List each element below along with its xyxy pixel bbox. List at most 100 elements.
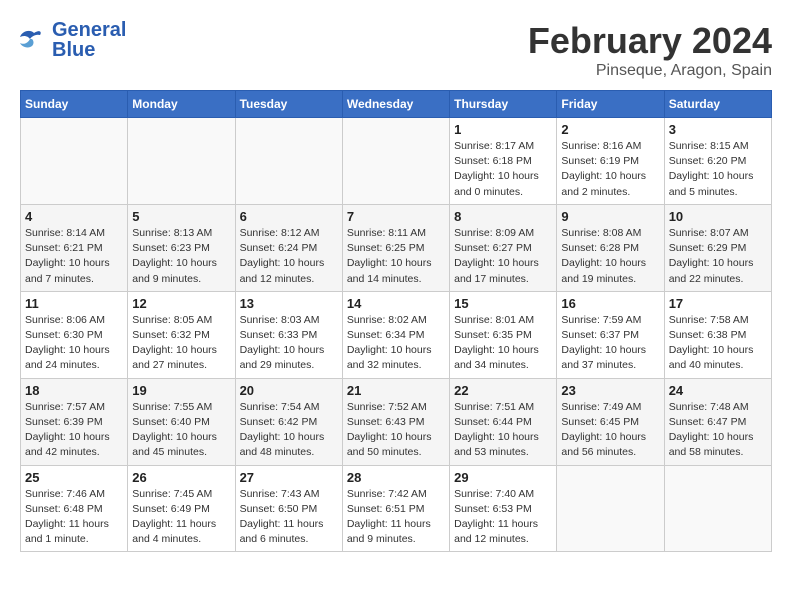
day-number: 2 [561, 122, 659, 137]
calendar-cell: 22 Sunrise: 7:51 AMSunset: 6:44 PMDayligh… [450, 378, 557, 465]
day-info: Sunrise: 8:02 AMSunset: 6:34 PMDaylight:… [347, 313, 445, 374]
day-number: 12 [132, 296, 230, 311]
day-number: 5 [132, 209, 230, 224]
calendar-cell: 8 Sunrise: 8:09 AMSunset: 6:27 PMDaylight… [450, 204, 557, 291]
calendar-cell: 1 Sunrise: 8:17 AMSunset: 6:18 PMDaylight… [450, 118, 557, 205]
day-info: Sunrise: 7:43 AMSunset: 6:50 PMDaylight:… [240, 487, 338, 548]
calendar-week-5: 25Sunrise: 7:46 AMSunset: 6:48 PMDayligh… [21, 465, 772, 552]
calendar-cell: 2 Sunrise: 8:16 AMSunset: 6:19 PMDaylight… [557, 118, 664, 205]
day-number: 13 [240, 296, 338, 311]
days-of-week-row: SundayMondayTuesdayWednesdayThursdayFrid… [21, 91, 772, 118]
calendar-week-2: 4 Sunrise: 8:14 AMSunset: 6:21 PMDaylight… [21, 204, 772, 291]
day-info: Sunrise: 8:17 AMSunset: 6:18 PMDaylight:… [454, 139, 552, 200]
calendar-cell: 10 Sunrise: 8:07 AMSunset: 6:29 PMDayligh… [664, 204, 771, 291]
day-number: 6 [240, 209, 338, 224]
day-number: 22 [454, 383, 552, 398]
calendar-cell: 19 Sunrise: 7:55 AMSunset: 6:40 PMDayligh… [128, 378, 235, 465]
calendar-header: SundayMondayTuesdayWednesdayThursdayFrid… [21, 91, 772, 118]
day-info: Sunrise: 8:08 AMSunset: 6:28 PMDaylight:… [561, 226, 659, 287]
calendar-cell: 20 Sunrise: 7:54 AMSunset: 6:42 PMDayligh… [235, 378, 342, 465]
calendar-cell: 28 Sunrise: 7:42 AMSunset: 6:51 PMDayligh… [342, 465, 449, 552]
day-number: 8 [454, 209, 552, 224]
day-number: 20 [240, 383, 338, 398]
day-info: Sunrise: 7:58 AMSunset: 6:38 PMDaylight:… [669, 313, 767, 374]
calendar-cell: 11 Sunrise: 8:06 AMSunset: 6:30 PMDayligh… [21, 291, 128, 378]
main-title: February 2024 [528, 20, 772, 62]
day-info: Sunrise: 7:55 AMSunset: 6:40 PMDaylight:… [132, 400, 230, 461]
day-number: 27 [240, 470, 338, 485]
day-info: Sunrise: 8:14 AMSunset: 6:21 PMDaylight:… [25, 226, 123, 287]
day-info: Sunrise: 8:12 AMSunset: 6:24 PMDaylight:… [240, 226, 338, 287]
day-info: Sunrise: 7:54 AMSunset: 6:42 PMDaylight:… [240, 400, 338, 461]
calendar-cell: 25Sunrise: 7:46 AMSunset: 6:48 PMDayligh… [21, 465, 128, 552]
day-info: Sunrise: 7:52 AMSunset: 6:43 PMDaylight:… [347, 400, 445, 461]
title-block: February 2024 Pinseque, Aragon, Spain [528, 20, 772, 80]
calendar-cell: 14 Sunrise: 8:02 AMSunset: 6:34 PMDayligh… [342, 291, 449, 378]
calendar-body: 1 Sunrise: 8:17 AMSunset: 6:18 PMDaylight… [21, 118, 772, 552]
calendar-cell [235, 118, 342, 205]
day-number: 4 [25, 209, 123, 224]
calendar-cell: 23Sunrise: 7:49 AMSunset: 6:45 PMDayligh… [557, 378, 664, 465]
calendar-cell: 7 Sunrise: 8:11 AMSunset: 6:25 PMDaylight… [342, 204, 449, 291]
calendar-week-4: 18Sunrise: 7:57 AMSunset: 6:39 PMDayligh… [21, 378, 772, 465]
day-number: 11 [25, 296, 123, 311]
day-number: 24 [669, 383, 767, 398]
day-number: 25 [25, 470, 123, 485]
day-number: 9 [561, 209, 659, 224]
day-number: 28 [347, 470, 445, 485]
day-number: 17 [669, 296, 767, 311]
calendar-cell: 18Sunrise: 7:57 AMSunset: 6:39 PMDayligh… [21, 378, 128, 465]
day-number: 18 [25, 383, 123, 398]
day-number: 29 [454, 470, 552, 485]
logo: General Blue [20, 20, 126, 60]
calendar-cell [21, 118, 128, 205]
calendar-cell: 3Sunrise: 8:15 AMSunset: 6:20 PMDaylight… [664, 118, 771, 205]
day-number: 15 [454, 296, 552, 311]
day-info: Sunrise: 8:03 AMSunset: 6:33 PMDaylight:… [240, 313, 338, 374]
day-info: Sunrise: 7:42 AMSunset: 6:51 PMDaylight:… [347, 487, 445, 548]
day-info: Sunrise: 8:09 AMSunset: 6:27 PMDaylight:… [454, 226, 552, 287]
day-info: Sunrise: 7:59 AMSunset: 6:37 PMDaylight:… [561, 313, 659, 374]
day-info: Sunrise: 8:06 AMSunset: 6:30 PMDaylight:… [25, 313, 123, 374]
day-of-week-tuesday: Tuesday [235, 91, 342, 118]
day-of-week-wednesday: Wednesday [342, 91, 449, 118]
calendar-cell: 29 Sunrise: 7:40 AMSunset: 6:53 PMDayligh… [450, 465, 557, 552]
logo-blue: Blue [52, 40, 126, 60]
day-info: Sunrise: 7:48 AMSunset: 6:47 PMDaylight:… [669, 400, 767, 461]
day-info: Sunrise: 8:11 AMSunset: 6:25 PMDaylight:… [347, 226, 445, 287]
day-number: 1 [454, 122, 552, 137]
day-info: Sunrise: 7:45 AMSunset: 6:49 PMDaylight:… [132, 487, 230, 548]
calendar-cell: 5 Sunrise: 8:13 AMSunset: 6:23 PMDaylight… [128, 204, 235, 291]
day-number: 19 [132, 383, 230, 398]
day-number: 14 [347, 296, 445, 311]
calendar-cell: 26 Sunrise: 7:45 AMSunset: 6:49 PMDayligh… [128, 465, 235, 552]
calendar-cell: 15Sunrise: 8:01 AMSunset: 6:35 PMDayligh… [450, 291, 557, 378]
page-header: General Blue February 2024 Pinseque, Ara… [20, 20, 772, 80]
day-info: Sunrise: 8:07 AMSunset: 6:29 PMDaylight:… [669, 226, 767, 287]
calendar-cell [664, 465, 771, 552]
calendar-cell [128, 118, 235, 205]
day-info: Sunrise: 8:13 AMSunset: 6:23 PMDaylight:… [132, 226, 230, 287]
day-number: 7 [347, 209, 445, 224]
day-of-week-monday: Monday [128, 91, 235, 118]
day-number: 10 [669, 209, 767, 224]
day-number: 26 [132, 470, 230, 485]
day-number: 23 [561, 383, 659, 398]
day-info: Sunrise: 8:05 AMSunset: 6:32 PMDaylight:… [132, 313, 230, 374]
day-info: Sunrise: 8:16 AMSunset: 6:19 PMDaylight:… [561, 139, 659, 200]
day-info: Sunrise: 7:40 AMSunset: 6:53 PMDaylight:… [454, 487, 552, 548]
logo-bird-icon [20, 29, 48, 51]
calendar-cell: 9 Sunrise: 8:08 AMSunset: 6:28 PMDaylight… [557, 204, 664, 291]
day-number: 16 [561, 296, 659, 311]
calendar-cell: 12 Sunrise: 8:05 AMSunset: 6:32 PMDayligh… [128, 291, 235, 378]
logo-general: General [52, 20, 126, 40]
day-info: Sunrise: 7:51 AMSunset: 6:44 PMDaylight:… [454, 400, 552, 461]
calendar-cell: 27 Sunrise: 7:43 AMSunset: 6:50 PMDayligh… [235, 465, 342, 552]
calendar-cell: 17 Sunrise: 7:58 AMSunset: 6:38 PMDayligh… [664, 291, 771, 378]
calendar-cell: 16 Sunrise: 7:59 AMSunset: 6:37 PMDayligh… [557, 291, 664, 378]
calendar-week-3: 11 Sunrise: 8:06 AMSunset: 6:30 PMDayligh… [21, 291, 772, 378]
day-of-week-friday: Friday [557, 91, 664, 118]
day-number: 3 [669, 122, 767, 137]
day-of-week-saturday: Saturday [664, 91, 771, 118]
calendar-table: SundayMondayTuesdayWednesdayThursdayFrid… [20, 90, 772, 552]
